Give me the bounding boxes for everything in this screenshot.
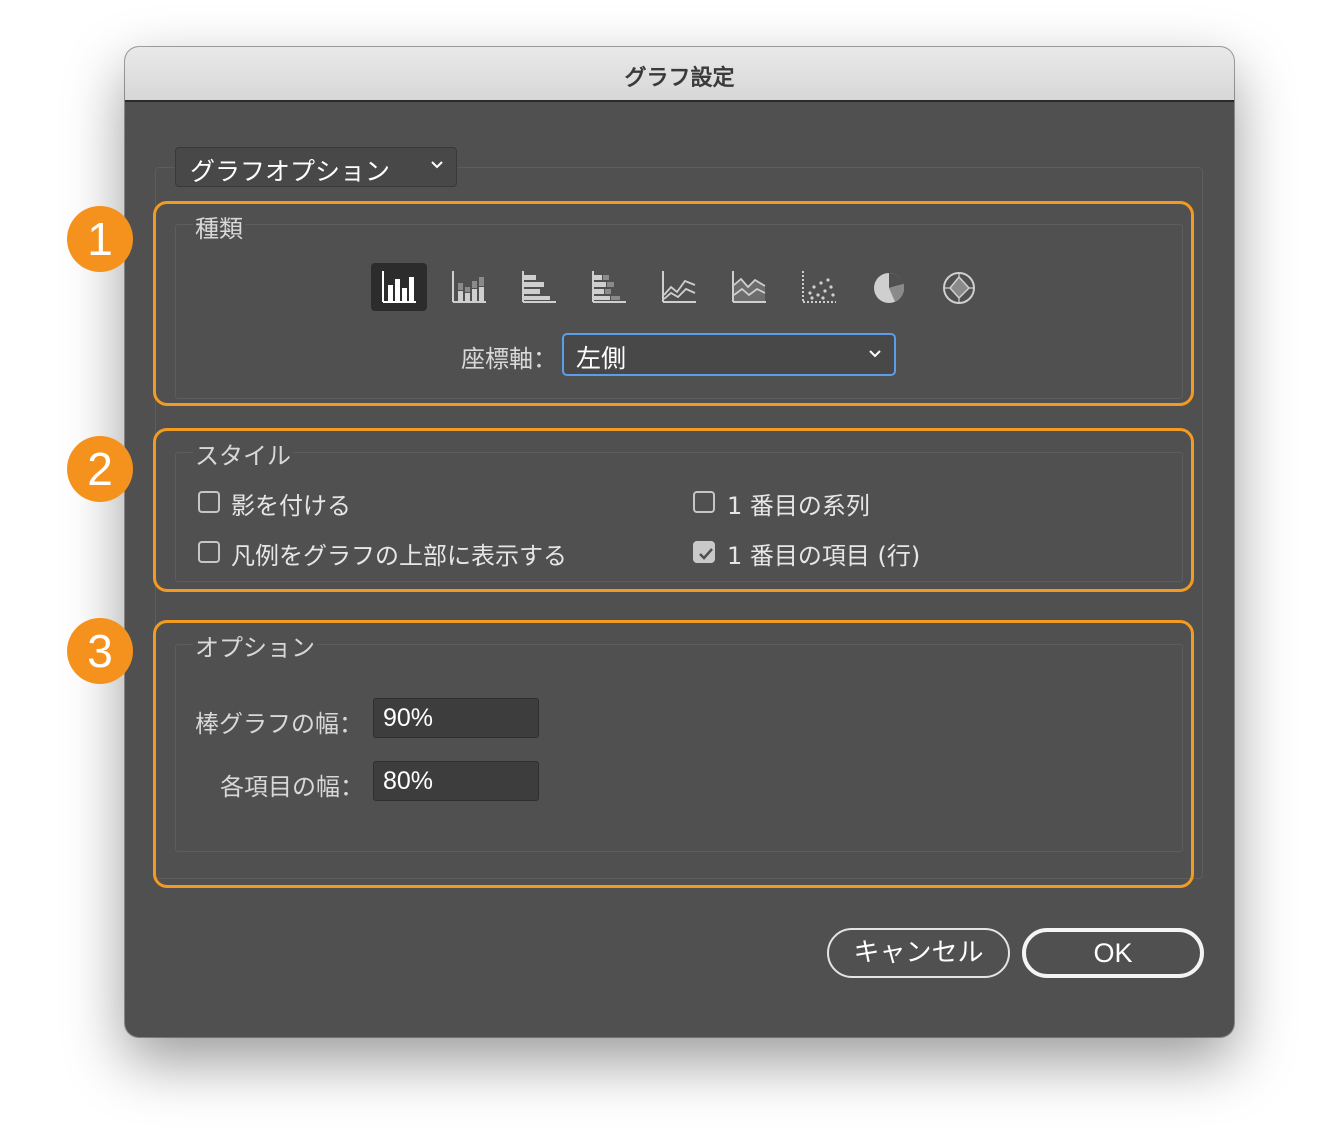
graph-settings-dialog: グラフ設定 グラフオプション 種類 座標軸： 左側 スタイル 影を付ける 1 番… <box>125 47 1234 1037</box>
section-dropdown-label: グラフオプション <box>190 157 391 186</box>
highlight-box-1 <box>153 201 1194 406</box>
chevron-down-icon <box>431 161 443 169</box>
title-bar[interactable]: グラフ設定 <box>125 47 1234 102</box>
section-dropdown[interactable]: グラフオプション <box>175 147 457 187</box>
highlight-box-2 <box>153 428 1194 592</box>
highlight-box-3 <box>153 620 1194 888</box>
dialog-title: グラフ設定 <box>624 66 735 91</box>
annotation-badge-3: 3 <box>67 618 133 684</box>
annotation-badge-2: 2 <box>67 436 133 502</box>
ok-button[interactable]: OK <box>1022 928 1204 978</box>
annotation-badge-1: 1 <box>67 206 133 272</box>
cancel-button[interactable]: キャンセル <box>827 928 1010 978</box>
